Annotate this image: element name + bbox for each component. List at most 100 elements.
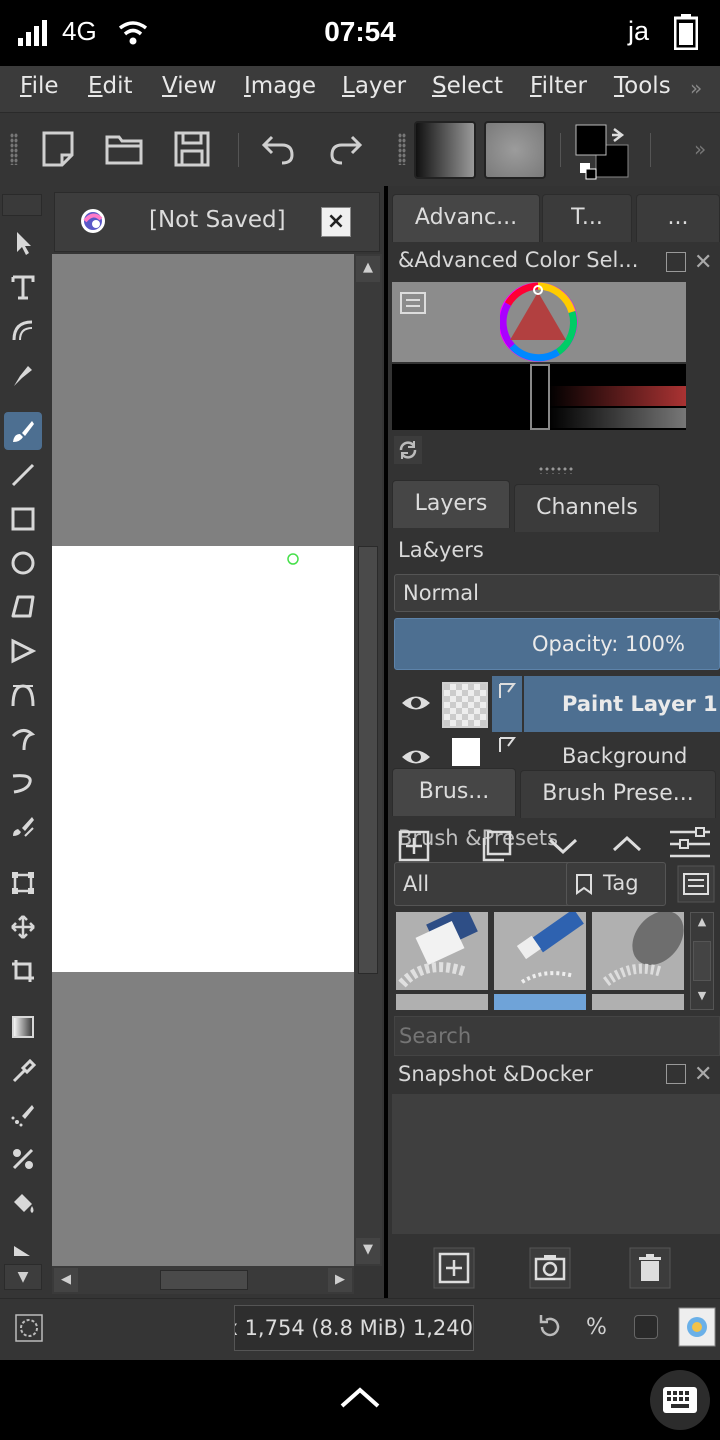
scroll-up-icon[interactable]: ▲ — [356, 256, 380, 282]
tab-more[interactable]: ... — [636, 194, 720, 242]
menu-image[interactable]: Image — [244, 73, 316, 99]
camera-icon[interactable] — [528, 1246, 572, 1290]
bezier-tool-icon[interactable] — [4, 676, 42, 714]
gradient-swatch[interactable] — [414, 121, 476, 179]
tab-brush-presets[interactable]: Brush Prese... — [520, 770, 716, 818]
menu-overflow-icon[interactable]: » — [690, 76, 702, 100]
canvas-vertical-scrollbar[interactable]: ▲ ▼ — [354, 254, 382, 1266]
duplicate-preset-icon[interactable] — [480, 830, 514, 862]
close-document-button[interactable]: × — [321, 207, 351, 237]
chevron-up-icon[interactable] — [610, 832, 644, 856]
chevron-down-icon[interactable] — [546, 834, 580, 858]
preset-options-icon[interactable] — [666, 826, 714, 864]
text-tool-icon[interactable] — [4, 268, 42, 306]
tab-channels[interactable]: Channels — [514, 484, 660, 532]
brush-preset-eraser[interactable] — [396, 906, 488, 990]
layer-row[interactable]: Background — [388, 732, 720, 770]
document-tab[interactable]: [Not Saved] × — [54, 192, 380, 252]
toolbar-overflow-icon[interactable]: » — [694, 137, 706, 161]
float-docker-icon[interactable] — [666, 1064, 686, 1084]
polyline-tool-icon[interactable] — [4, 632, 42, 670]
edit-shapes-tool-icon[interactable] — [4, 312, 42, 350]
redo-icon[interactable] — [326, 129, 366, 169]
menu-edit[interactable]: Edit — [88, 73, 133, 99]
horizontal-scroll-thumb[interactable] — [160, 1270, 248, 1290]
scroll-right-icon[interactable]: ▶ — [328, 1268, 352, 1292]
undo-icon[interactable] — [258, 129, 298, 169]
rotate-reset-icon[interactable] — [536, 1313, 564, 1341]
app-drawer-chevron-up-icon[interactable] — [338, 1384, 382, 1410]
new-document-icon[interactable] — [38, 129, 78, 169]
menu-file[interactable]: File — [20, 73, 59, 99]
toolbar-grip[interactable] — [398, 133, 406, 165]
presets-scrollbar[interactable]: ▲ ▼ — [690, 912, 714, 1010]
toolbar-grip[interactable] — [10, 133, 18, 165]
vertical-scroll-thumb[interactable] — [358, 546, 378, 974]
delete-snapshot-icon[interactable] — [628, 1246, 672, 1290]
menu-layer[interactable]: Layer — [342, 73, 406, 99]
refresh-color-icon[interactable] — [394, 436, 422, 464]
presets-scroll-thumb[interactable] — [693, 941, 711, 981]
brush-preset-item[interactable] — [396, 994, 488, 1010]
brush-preset-eraser-pen[interactable] — [494, 908, 586, 990]
selection-mode-icon[interactable] — [14, 1313, 44, 1343]
color-sliders[interactable] — [392, 364, 686, 430]
zoom-percent[interactable]: % — [586, 1315, 607, 1340]
crop-tool-icon[interactable] — [4, 952, 42, 990]
close-docker-icon[interactable]: ✕ — [694, 1062, 712, 1087]
tag-button[interactable]: Tag — [566, 862, 666, 906]
color-space-icon[interactable] — [678, 1307, 716, 1347]
preset-filter-select[interactable]: All — [394, 862, 578, 906]
layer-visible-icon[interactable] — [400, 744, 432, 770]
pattern-swatch[interactable] — [484, 121, 546, 179]
toolbox-scroll-down-icon[interactable]: ▼ — [4, 1264, 42, 1290]
layer-name[interactable]: Background — [524, 732, 720, 770]
color-sampler-tool-icon[interactable] — [4, 1052, 42, 1090]
layer-inherit-alpha-icon[interactable] — [498, 682, 518, 702]
assistant-tool-icon[interactable] — [4, 1140, 42, 1178]
close-docker-icon[interactable]: ✕ — [694, 250, 712, 275]
dynamic-brush-tool-icon[interactable] — [4, 764, 42, 802]
toolbox-handle[interactable] — [2, 194, 42, 216]
layer-row[interactable]: Paint Layer 1 — [388, 676, 720, 732]
brush-preset-soft-eraser[interactable] — [592, 911, 684, 990]
move-tool-icon[interactable] — [4, 908, 42, 946]
canvas-paper[interactable] — [52, 546, 354, 972]
brush-preset-item[interactable] — [592, 994, 684, 1010]
menu-select[interactable]: Select — [432, 73, 503, 99]
keyboard-button[interactable] — [650, 1370, 710, 1430]
hue-triangle-selector[interactable] — [500, 282, 580, 362]
color-settings-icon[interactable] — [400, 292, 428, 316]
image-size-info[interactable]: 1,240 x 1,754 (8.8 MiB) — [234, 1305, 474, 1351]
tab-brush[interactable]: Brus... — [392, 768, 516, 816]
gradient-tool-icon[interactable] — [4, 1008, 42, 1046]
menu-filter[interactable]: Filter — [530, 73, 587, 99]
open-document-icon[interactable] — [104, 129, 144, 169]
layer-name[interactable]: Paint Layer 1 — [524, 676, 720, 732]
view-options-icon[interactable] — [676, 864, 716, 904]
saturation-slider[interactable] — [548, 386, 686, 406]
canvas-horizontal-scrollbar[interactable]: ◀ ▶ — [52, 1266, 354, 1294]
transform-tool-icon[interactable] — [4, 864, 42, 902]
tab-layers[interactable]: Layers — [392, 480, 510, 528]
calligraphy-tool-icon[interactable] — [4, 356, 42, 394]
presets-scroll-down-icon[interactable]: ▼ — [693, 989, 711, 1007]
menu-view[interactable]: View — [162, 73, 217, 99]
scroll-down-icon[interactable]: ▼ — [356, 1238, 380, 1264]
layer-inherit-alpha-icon[interactable] — [498, 736, 518, 756]
tab-tool-options[interactable]: T... — [542, 194, 632, 242]
line-tool-icon[interactable] — [4, 456, 42, 494]
zoom-toggle[interactable] — [634, 1315, 658, 1339]
multibrush-tool-icon[interactable] — [4, 808, 42, 846]
fill-tool-icon[interactable] — [4, 1184, 42, 1222]
docker-splitter[interactable] — [538, 466, 574, 474]
color-wheel-area[interactable] — [392, 282, 686, 362]
save-icon[interactable] — [172, 129, 212, 169]
menu-tools[interactable]: Tools — [614, 73, 671, 99]
polygon-tool-icon[interactable] — [4, 588, 42, 626]
measure-tool-icon[interactable] — [4, 1230, 42, 1260]
preset-search-input[interactable] — [394, 1016, 720, 1056]
add-snapshot-icon[interactable] — [432, 1246, 476, 1290]
tab-advanced-color[interactable]: Advanc... — [392, 194, 540, 242]
brush-preset-item[interactable] — [494, 994, 586, 1010]
